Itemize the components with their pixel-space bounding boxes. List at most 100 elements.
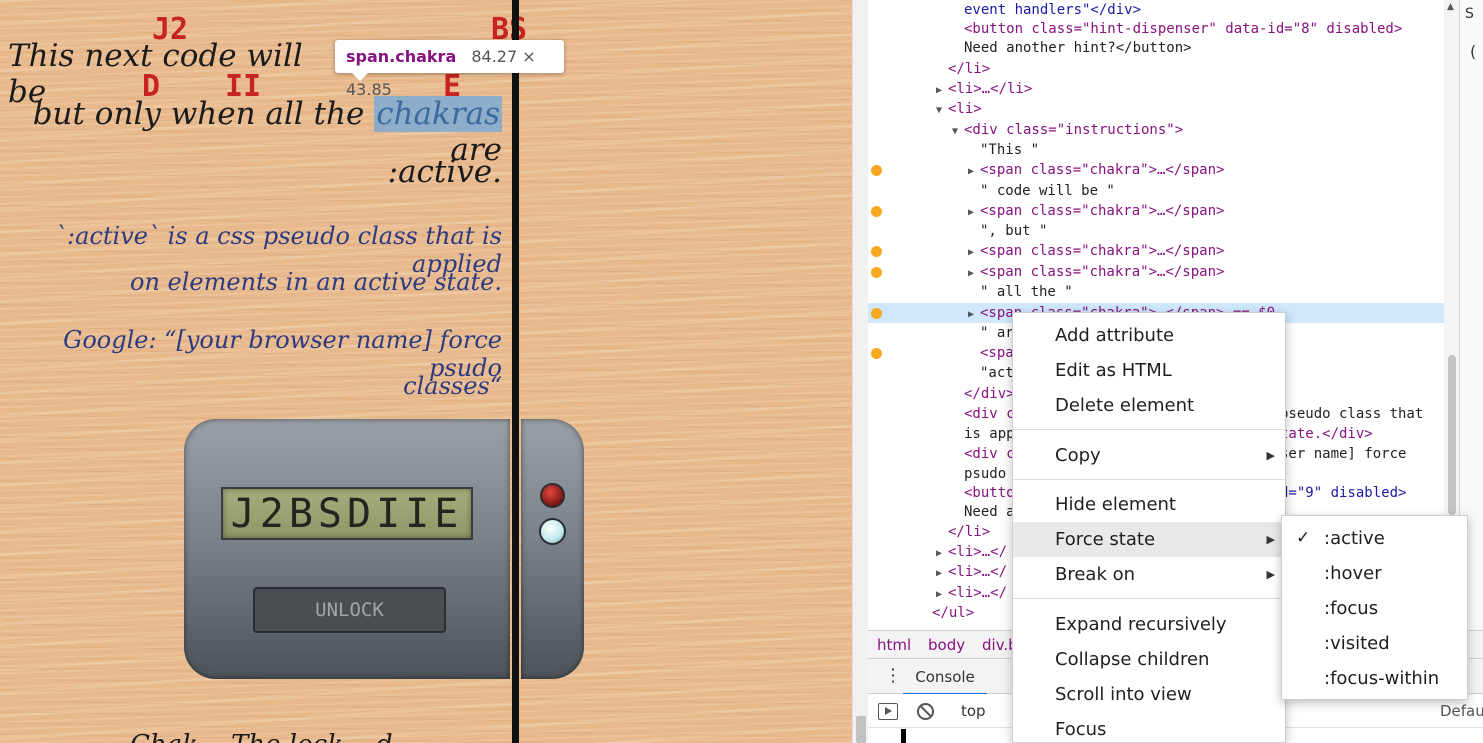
expand-triangle-icon[interactable]: ▶ bbox=[968, 305, 980, 325]
show-sidebar-icon[interactable] bbox=[878, 703, 898, 720]
dom-text: event handlers"</div> bbox=[964, 2, 1142, 18]
dom-line[interactable]: ▶ <span class="chakra">…</span> bbox=[868, 241, 1444, 261]
page-scrollbar[interactable] bbox=[852, 0, 868, 743]
dom-line[interactable]: <button class="hint-dispenser" data-id="… bbox=[868, 19, 1444, 39]
dom-text: " ar bbox=[980, 325, 1014, 341]
dom-line[interactable]: ▼ <li> bbox=[868, 99, 1444, 119]
force-state-active[interactable]: ✓ :active bbox=[1282, 521, 1467, 556]
dom-text: <span class="chakra">…</span> bbox=[980, 203, 1225, 219]
dom-text: <li>…</li> bbox=[948, 81, 1033, 97]
instruction-line-2-pre: but only when all the bbox=[32, 96, 365, 132]
chakra-span-highlighted[interactable]: chakras bbox=[374, 96, 502, 132]
expand-triangle-icon[interactable]: ▶ bbox=[968, 162, 980, 182]
dom-line[interactable]: event handlers"</div> bbox=[868, 0, 1444, 20]
expand-triangle-icon[interactable]: ▶ bbox=[936, 564, 948, 584]
submenu-arrow-icon: ▶ bbox=[1266, 568, 1275, 581]
dom-line[interactable]: </li> bbox=[868, 59, 1444, 79]
dom-text: <span class="chakra">…</span> bbox=[980, 243, 1225, 259]
menu-force-state[interactable]: Force state ▶ bbox=[1013, 522, 1285, 557]
dom-text: Need a bbox=[964, 504, 1015, 520]
dom-text: ", but " bbox=[980, 223, 1048, 239]
lock-panel bbox=[184, 419, 510, 679]
dom-text: " code will be " bbox=[980, 183, 1115, 199]
element-context-menu: Add attribute Edit as HTML Delete elemen… bbox=[1012, 312, 1286, 743]
dom-text: is app bbox=[964, 426, 1015, 442]
dom-text: <spa bbox=[980, 345, 1014, 361]
bottom-partial-text: Chak... The lock... d bbox=[130, 730, 500, 743]
scroll-up-arrow-icon[interactable]: ▲ bbox=[1447, 2, 1454, 12]
elements-scrollbar-thumb[interactable] bbox=[1448, 355, 1456, 515]
tab-console[interactable]: Console bbox=[903, 659, 987, 695]
styles-side-fragment: ( bbox=[1470, 42, 1477, 61]
expand-triangle-icon[interactable]: ▶ bbox=[936, 81, 948, 101]
dom-text: <div class="instructions"> bbox=[964, 122, 1184, 138]
dom-line[interactable]: " all the " bbox=[868, 282, 1444, 302]
status-led-white bbox=[539, 518, 566, 545]
lock-display: J2BSDIIE bbox=[221, 487, 473, 540]
dom-line[interactable]: ", but " bbox=[868, 221, 1444, 241]
menu-copy-label: Copy bbox=[1055, 445, 1101, 466]
console-input-caret[interactable] bbox=[901, 729, 906, 743]
more-tabs-kebab-icon[interactable]: ⋮ bbox=[884, 667, 902, 685]
expand-triangle-icon[interactable]: ▶ bbox=[936, 585, 948, 605]
dom-line[interactable]: ▶ <span class="chakra">…</span> bbox=[868, 262, 1444, 282]
dom-text: </li> bbox=[948, 524, 991, 540]
dom-text: psudo bbox=[964, 466, 1007, 482]
breakpoint-dot-icon[interactable] bbox=[871, 267, 882, 278]
dom-text: <div c bbox=[964, 446, 1015, 462]
menu-edit-as-html[interactable]: Edit as HTML bbox=[1013, 353, 1285, 388]
clear-console-icon[interactable] bbox=[917, 703, 934, 720]
breakpoint-dot-icon[interactable] bbox=[871, 165, 882, 176]
dom-text: <span class="chakra">…</span> bbox=[980, 162, 1225, 178]
submenu-arrow-icon: ▶ bbox=[1266, 449, 1275, 462]
menu-break-on[interactable]: Break on ▶ bbox=[1013, 557, 1285, 592]
context-selector[interactable]: top bbox=[961, 694, 986, 728]
menu-expand-recursively[interactable]: Expand recursively bbox=[1013, 607, 1285, 642]
collapse-triangle-icon[interactable]: ▼ bbox=[936, 101, 948, 121]
tooltip-arrow bbox=[351, 72, 369, 81]
unlock-button[interactable]: UNLOCK bbox=[253, 587, 446, 633]
force-state-submenu: ✓ :active :hover :focus :visited :focus-… bbox=[1281, 515, 1468, 700]
dom-line[interactable]: ▶ <span class="chakra">…</span> bbox=[868, 201, 1444, 221]
checkmark-icon: ✓ bbox=[1296, 528, 1311, 548]
breadcrumb-item[interactable]: body bbox=[928, 631, 965, 659]
dom-text: </ul> bbox=[932, 605, 975, 621]
dom-line[interactable]: ▶ <span class="chakra">…</span> bbox=[868, 160, 1444, 180]
dom-line[interactable]: ▶ <li>…</li> bbox=[868, 79, 1444, 99]
breakpoint-dot-icon[interactable] bbox=[871, 246, 882, 257]
expand-triangle-icon[interactable]: ▶ bbox=[936, 544, 948, 564]
dom-line[interactable]: "This " bbox=[868, 140, 1444, 160]
dom-line[interactable]: Need another hint?</button> bbox=[868, 38, 1444, 58]
puzzle-page: J2 BS D II E This next code will be but … bbox=[0, 0, 852, 743]
dom-text: <li> bbox=[948, 101, 982, 117]
force-state-focus-within[interactable]: :focus-within bbox=[1282, 661, 1467, 696]
collapse-triangle-icon[interactable]: ▼ bbox=[952, 122, 964, 142]
dom-line[interactable]: " code will be " bbox=[868, 181, 1444, 201]
expand-triangle-icon[interactable]: ▶ bbox=[968, 203, 980, 223]
menu-add-attribute[interactable]: Add attribute bbox=[1013, 318, 1285, 353]
breadcrumb-item[interactable]: html bbox=[877, 631, 911, 659]
breakpoint-dot-icon[interactable] bbox=[871, 348, 882, 359]
menu-collapse-children[interactable]: Collapse children bbox=[1013, 642, 1285, 677]
force-state-focus[interactable]: :focus bbox=[1282, 591, 1467, 626]
expand-triangle-icon[interactable]: ▶ bbox=[968, 243, 980, 263]
tooltip-tag: span.chakra bbox=[346, 47, 457, 66]
page-scrollbar-thumb[interactable] bbox=[856, 716, 866, 743]
force-state-hover[interactable]: :hover bbox=[1282, 556, 1467, 591]
dom-text: <div c bbox=[964, 406, 1015, 422]
dom-text: <li>…</ bbox=[948, 544, 1008, 560]
menu-copy[interactable]: Copy ▶ bbox=[1013, 438, 1285, 473]
styles-tab-label[interactable]: S bbox=[1465, 6, 1474, 22]
menu-delete-element[interactable]: Delete element bbox=[1013, 388, 1285, 423]
menu-scroll-into-view[interactable]: Scroll into view bbox=[1013, 677, 1285, 712]
menu-hide-element[interactable]: Hide element bbox=[1013, 487, 1285, 522]
menu-focus[interactable]: Focus bbox=[1013, 712, 1285, 743]
force-state-active-label: :active bbox=[1324, 528, 1385, 549]
force-state-visited[interactable]: :visited bbox=[1282, 626, 1467, 661]
inspect-tooltip: span.chakra 84.27 × 43.85 bbox=[335, 40, 564, 99]
dom-text: </div> bbox=[964, 386, 1015, 402]
breakpoint-dot-icon[interactable] bbox=[871, 308, 882, 319]
dom-line[interactable]: ▼ <div class="instructions"> bbox=[868, 120, 1444, 140]
expand-triangle-icon[interactable]: ▶ bbox=[968, 264, 980, 284]
breakpoint-dot-icon[interactable] bbox=[871, 206, 882, 217]
